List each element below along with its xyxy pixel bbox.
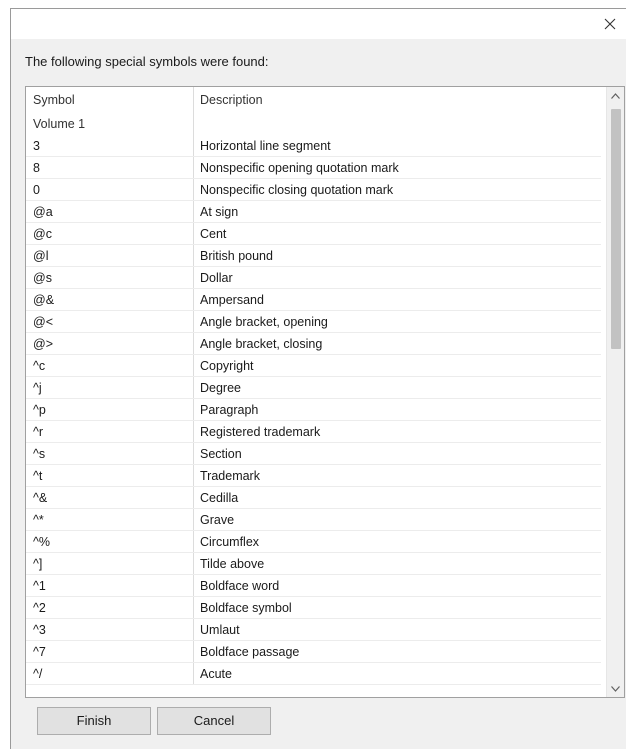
title-bar [11,9,626,39]
description-cell: Copyright [200,359,254,373]
chevron-down-icon [611,685,620,692]
table-row[interactable]: @s Dollar [26,267,601,289]
group-label: Volume 1 [26,113,194,135]
vertical-scrollbar[interactable] [606,87,624,697]
group-row: Volume 1 [26,113,601,135]
description-cell: Tilde above [200,557,265,571]
symbol-cell: ^/ [26,663,194,684]
description-cell: Trademark [200,469,260,483]
description-cell: Dollar [200,271,233,285]
table-row[interactable]: ^& Cedilla [26,487,601,509]
column-header-row: Symbol Description [26,87,601,113]
symbol-cell: @< [26,311,194,332]
symbols-list[interactable]: Symbol Description Volume 1 3 Horizontal … [25,86,625,698]
symbol-cell: ^7 [26,641,194,662]
symbol-cell: ^1 [26,575,194,596]
description-cell: Angle bracket, closing [200,337,323,351]
description-cell: Cent [200,227,227,241]
table-row[interactable]: ^s Section [26,443,601,465]
description-cell: British pound [200,249,273,263]
symbol-cell: ^% [26,531,194,552]
description-cell: At sign [200,205,239,219]
table-row[interactable]: ^c Copyright [26,355,601,377]
table-row[interactable]: ^/ Acute [26,663,601,685]
table-row[interactable]: @< Angle bracket, opening [26,311,601,333]
table-row[interactable]: 8 Nonspecific opening quotation mark [26,157,601,179]
description-cell: Registered trademark [200,425,321,439]
table-row[interactable]: @c Cent [26,223,601,245]
symbols-rows: Symbol Description Volume 1 3 Horizontal … [26,87,601,685]
symbol-cell: ^p [26,399,194,420]
symbol-cell: ^s [26,443,194,464]
description-cell: Paragraph [200,403,259,417]
table-row[interactable]: ^7 Boldface passage [26,641,601,663]
table-row[interactable]: @> Angle bracket, closing [26,333,601,355]
description-cell: Cedilla [200,491,239,505]
symbol-cell: 8 [26,157,194,178]
symbol-cell: ^c [26,355,194,376]
cancel-button[interactable]: Cancel [157,707,271,735]
table-row[interactable]: 3 Horizontal line segment [26,135,601,157]
description-cell: Horizontal line segment [200,139,331,153]
description-cell: Circumflex [200,535,260,549]
description-cell: Umlaut [200,623,240,637]
table-row[interactable]: ^r Registered trademark [26,421,601,443]
symbol-cell: ^& [26,487,194,508]
group-empty-cell [194,113,601,135]
description-cell: Acute [200,667,232,681]
table-row[interactable]: ^t Trademark [26,465,601,487]
symbol-cell: @& [26,289,194,310]
column-header-symbol[interactable]: Symbol [26,87,194,113]
description-cell: Grave [200,513,235,527]
table-row[interactable]: ^] Tilde above [26,553,601,575]
table-row[interactable]: @& Ampersand [26,289,601,311]
table-row[interactable]: @l British pound [26,245,601,267]
symbol-cell: ^* [26,509,194,530]
symbol-cell: @a [26,201,194,222]
description-cell: Boldface passage [200,645,300,659]
symbol-cell: ^] [26,553,194,574]
special-symbols-dialog: The following special symbols were found… [10,8,626,749]
scroll-up-button[interactable] [607,87,624,104]
description-cell: Ampersand [200,293,264,307]
description-cell: Boldface symbol [200,601,292,615]
symbol-cell: ^t [26,465,194,486]
table-row[interactable]: 0 Nonspecific closing quotation mark [26,179,601,201]
symbol-cell: @> [26,333,194,354]
table-row[interactable]: ^3 Umlaut [26,619,601,641]
symbol-cell: 0 [26,179,194,200]
scroll-down-button[interactable] [607,680,624,697]
symbol-cell: ^3 [26,619,194,640]
table-row[interactable]: ^p Paragraph [26,399,601,421]
table-row[interactable]: ^j Degree [26,377,601,399]
column-header-description[interactable]: Description [194,87,601,113]
description-cell: Degree [200,381,241,395]
description-cell: Section [200,447,242,461]
symbol-cell: 3 [26,135,194,156]
table-row[interactable]: ^2 Boldface symbol [26,597,601,619]
prompt-text: The following special symbols were found… [25,54,269,69]
symbol-cell: @s [26,267,194,288]
description-cell: Boldface word [200,579,280,593]
scrollbar-thumb[interactable] [611,109,621,349]
symbol-cell: ^r [26,421,194,442]
table-row[interactable]: ^1 Boldface word [26,575,601,597]
description-cell: Angle bracket, opening [200,315,328,329]
symbol-cell: @l [26,245,194,266]
chevron-up-icon [611,92,620,99]
description-cell: Nonspecific opening quotation mark [200,161,399,175]
description-cell: Nonspecific closing quotation mark [200,183,394,197]
finish-button[interactable]: Finish [37,707,151,735]
symbol-cell: ^2 [26,597,194,618]
close-button[interactable] [593,9,626,39]
symbol-cell: @c [26,223,194,244]
table-row[interactable]: ^% Circumflex [26,531,601,553]
table-row[interactable]: @a At sign [26,201,601,223]
close-icon [604,18,616,30]
table-row[interactable]: ^* Grave [26,509,601,531]
symbol-cell: ^j [26,377,194,398]
